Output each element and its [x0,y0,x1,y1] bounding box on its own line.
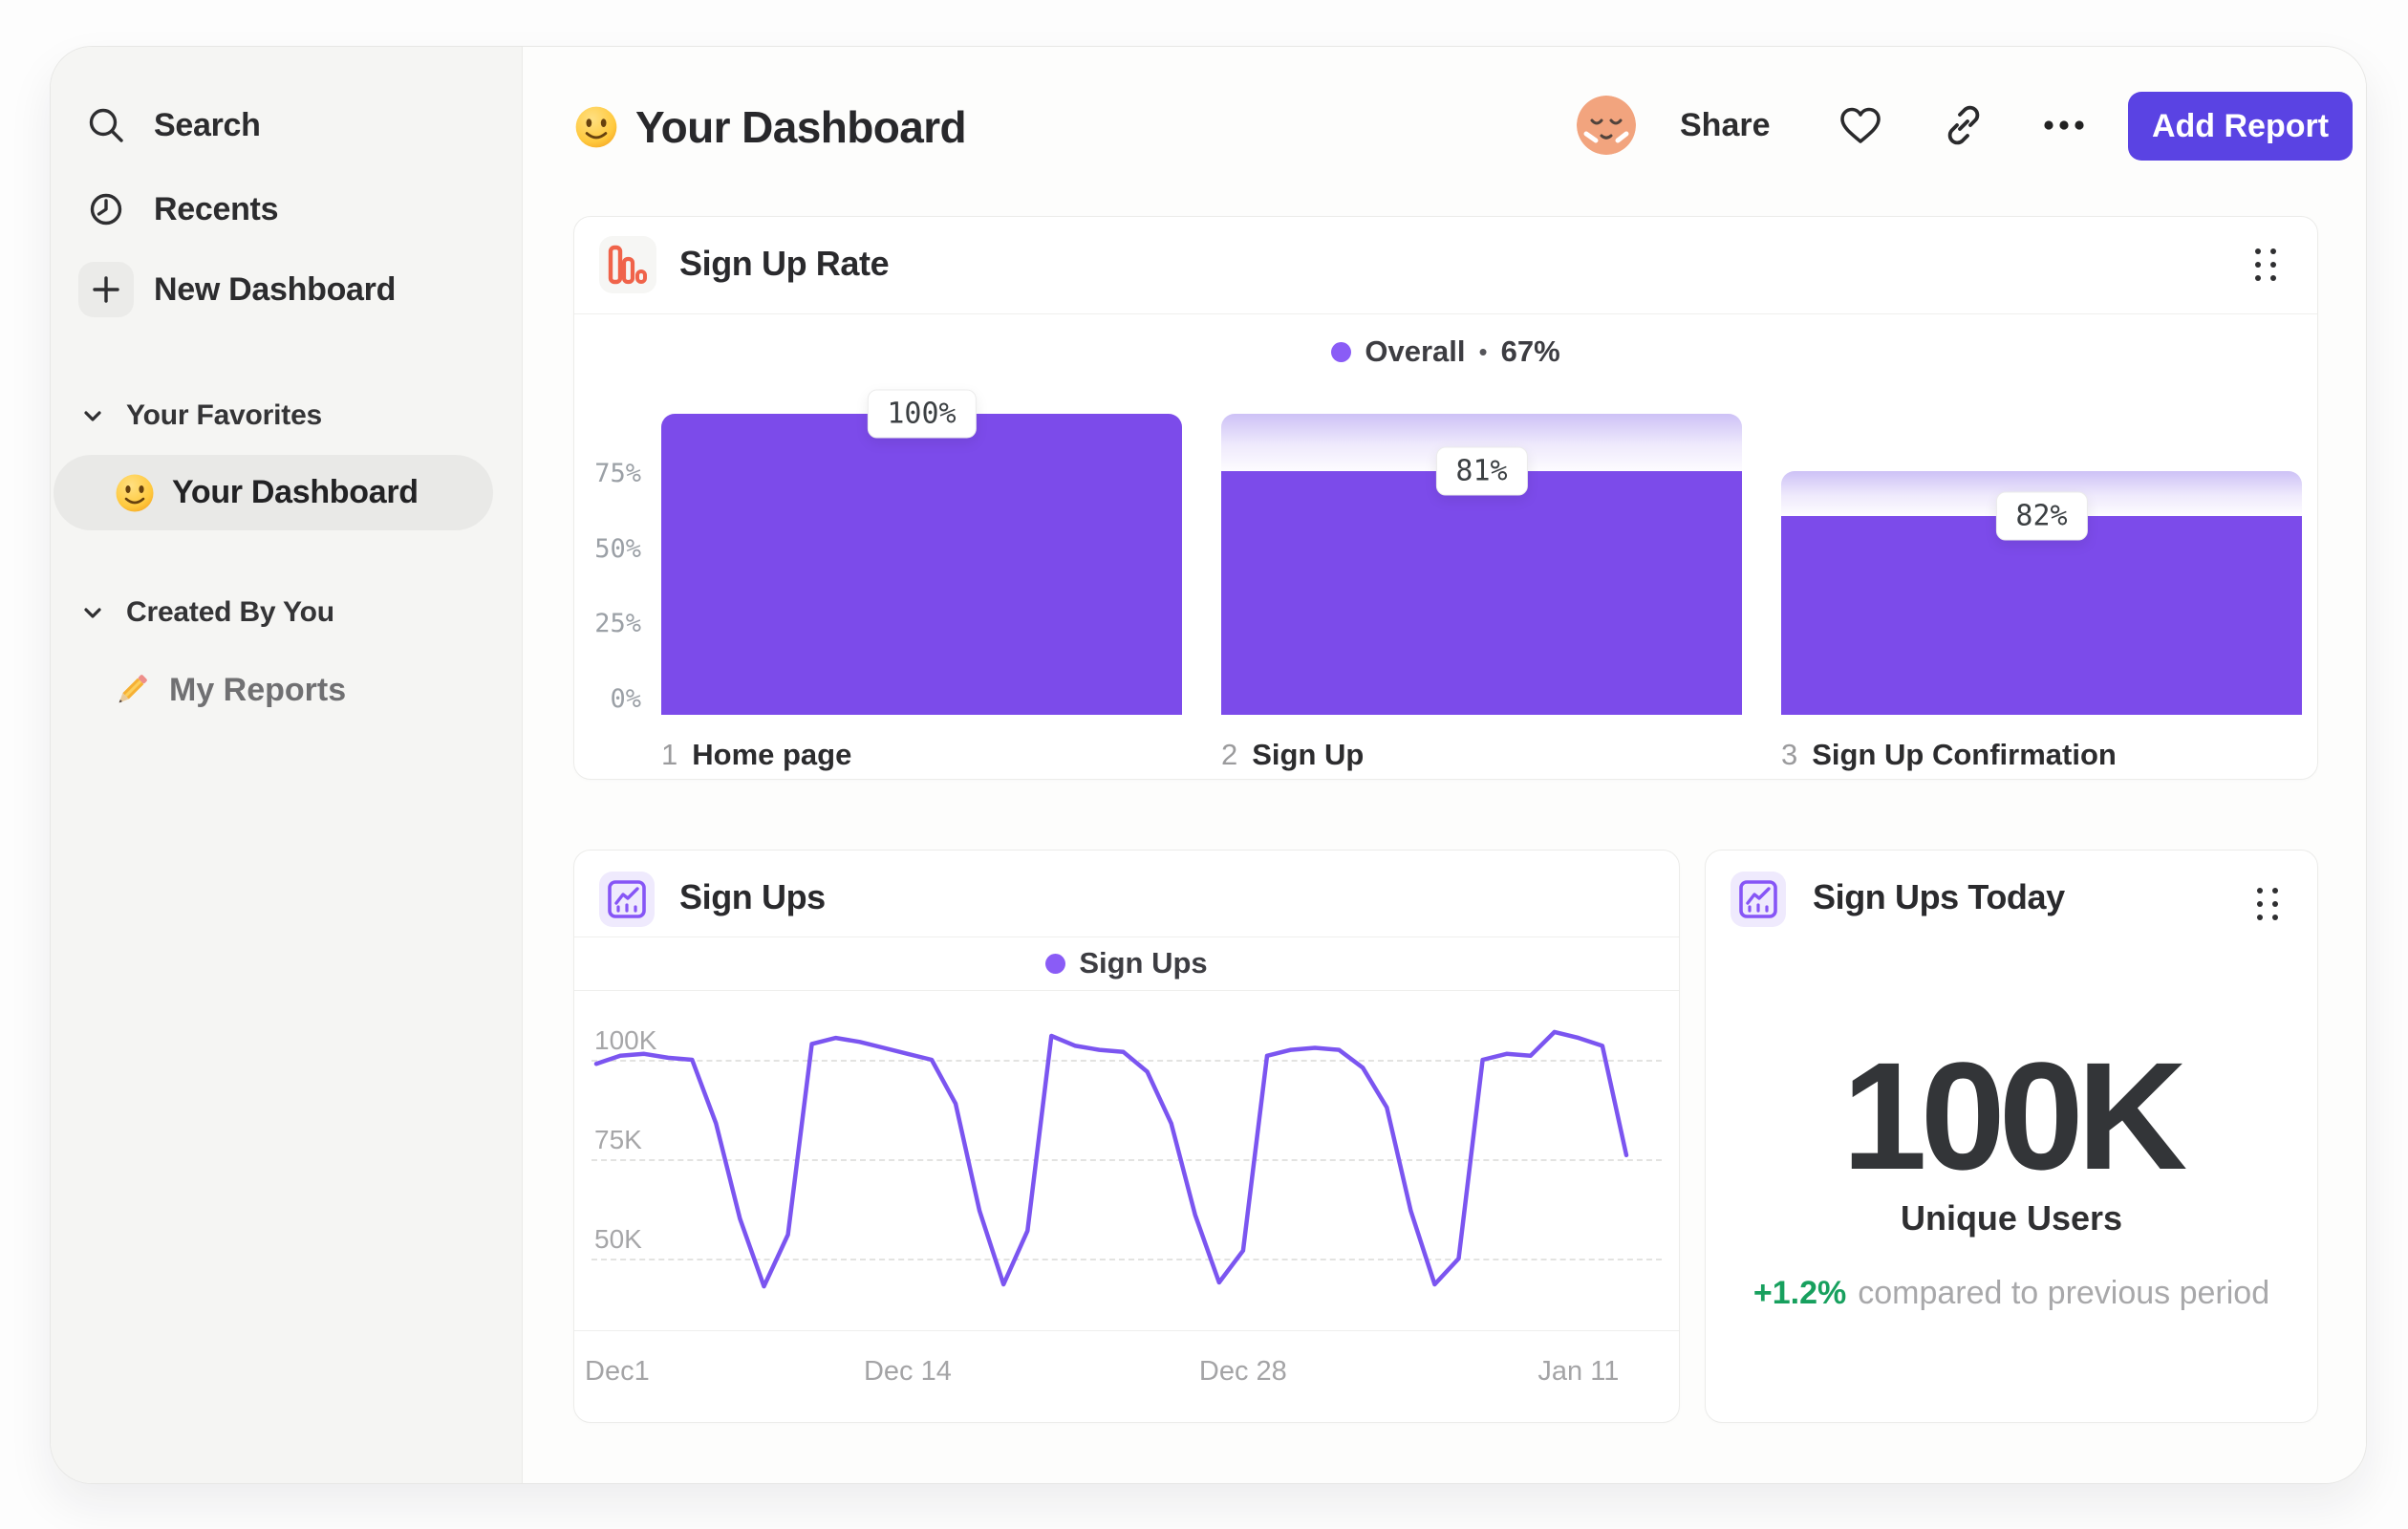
funnel-bar[interactable] [661,414,1182,715]
user-avatar[interactable] [1577,96,1636,155]
funnel-y-tick-label: 0% [610,684,641,714]
sidebar-item-label: My Reports [169,671,347,708]
page-header: Your Dashboard Share Add Report [523,47,2366,216]
screen: Search Recents New Dashboard Your Favori… [0,0,2408,1529]
funnel-step-label: 3 Sign Up Confirmation [1781,738,2117,771]
section-title: Created By You [126,596,334,628]
funnel-step-label: 2 Sign Up [1221,738,1365,771]
metric-caption: Unique Users [1900,1198,2123,1238]
funnel-bar[interactable] [1781,516,2302,715]
sidebar: Search Recents New Dashboard Your Favori… [51,47,523,1483]
add-report-button[interactable]: Add Report [2128,92,2353,161]
smiley-emoji-icon [575,106,617,148]
metric-delta-row: +1.2% compared to previous period [1706,1275,2317,1312]
funnel-value-tooltip: 100% [867,389,977,439]
funnel-y-tick-label: 50% [594,533,641,564]
line-plot: 100K 75K 50K [574,991,1679,1330]
card-title: Sign Ups Today [1813,877,2065,916]
sidebar-item-your-dashboard-selected[interactable]: Your Dashboard [54,455,493,530]
line-x-tick-label: Jan 11 [1537,1356,1620,1387]
pencil-emoji-icon [118,675,147,703]
card-title: Sign Ups [679,877,826,916]
delta-caption: compared to previous period [1858,1275,2270,1311]
legend-label: Sign Ups [1079,946,1208,980]
sign-ups-card: Sign Ups Sign Ups 100K 75K 50K Dec1 Dec 14 D… [573,850,1680,1423]
page-title: Your Dashboard [635,102,967,152]
line-x-tick-label: Dec1 [585,1356,650,1387]
funnel-value-tooltip: 81% [1435,446,1528,496]
delta-value: +1.2% [1752,1275,1847,1311]
share-button[interactable]: Share [1680,96,1771,155]
plus-icon [78,262,134,317]
app-window: Search Recents New Dashboard Your Favori… [50,46,2367,1484]
sign-ups-today-card: Sign Ups Today 100K Unique Users +1.2% co… [1705,850,2318,1423]
funnel-y-tick-label: 75% [594,458,641,488]
drag-handle-icon[interactable] [2252,883,2283,925]
sidebar-item-new-dashboard[interactable]: New Dashboard [51,246,522,334]
smiley-emoji-icon [116,474,154,511]
funnel-y-tick-label: 25% [594,609,641,639]
sidebar-item-recents[interactable]: Recents [51,169,522,249]
sidebar-item-label: New Dashboard [154,270,397,308]
section-header-your-favorites[interactable]: Your Favorites [51,393,522,439]
copy-link-icon[interactable] [1940,101,1988,149]
sidebar-item-label: Your Dashboard [172,474,419,510]
section-header-created-by-you[interactable]: Created By You [51,590,522,635]
sidebar-item-label: Search [154,106,261,143]
section-title: Your Favorites [126,399,323,431]
line-chart-icon [599,872,655,927]
sign-up-rate-card: Sign Up Rate Overall • 67% 75% 50% 25% 0% 10… [573,216,2318,780]
metric-value: 100K [1841,1030,2188,1201]
line-x-axis: Dec1 Dec 14 Dec 28 Jan 11 [574,1330,1679,1424]
more-options-ellipsis-icon[interactable] [2040,101,2088,149]
chevron-down-icon [84,608,101,618]
line-legend: Sign Ups [574,937,1679,991]
funnel-bar[interactable] [1221,470,1742,715]
chevron-down-icon [84,411,101,421]
favorite-heart-icon[interactable] [1837,101,1884,149]
main-content: Your Dashboard Share Add Report Sign Up … [523,47,2366,1483]
funnel-plot: 75% 50% 25% 0% 100% 1 Home page 81% 2 Sign Up 82% 3… [574,217,2317,779]
line-chart-icon [1731,872,1786,927]
sidebar-item-label: Recents [154,190,279,227]
sidebar-item-my-reports[interactable]: My Reports [51,650,522,730]
sidebar-item-search[interactable]: Search [51,85,522,165]
funnel-value-tooltip: 82% [1995,491,2088,541]
sign-ups-line-series [593,1029,1629,1289]
legend-dot-icon [1045,953,1066,974]
line-x-tick-label: Dec 28 [1198,1356,1287,1387]
funnel-step-label: 1 Home page [661,738,852,771]
search-icon [89,108,123,142]
line-x-tick-label: Dec 14 [863,1356,952,1387]
recents-clock-icon [90,193,122,226]
